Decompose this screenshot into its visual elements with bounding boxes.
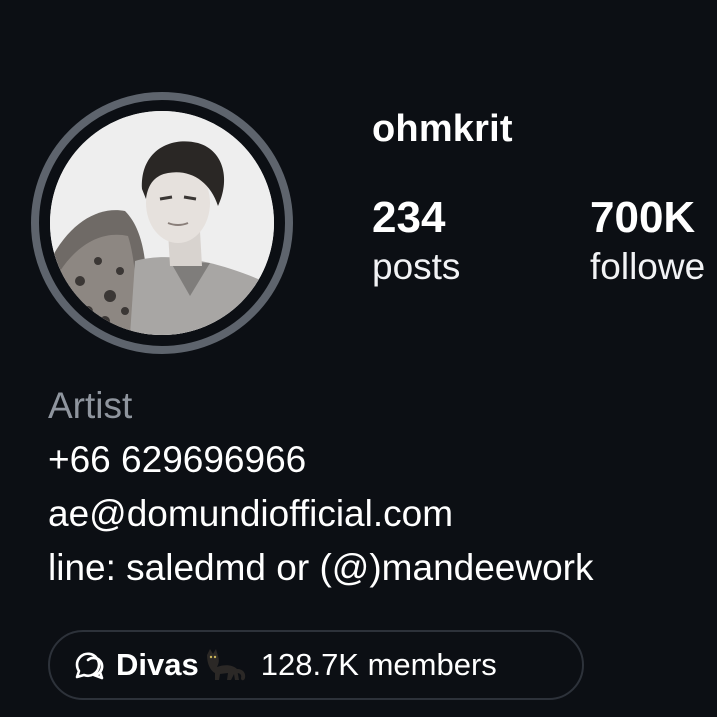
community-chip[interactable]: Divas 128.7K members: [48, 630, 584, 700]
username[interactable]: ohmkrit: [372, 108, 513, 151]
bio: Artist +66 629696966 ae@domundiofficial.…: [48, 379, 594, 595]
community-chat-icon: [72, 647, 108, 683]
avatar[interactable]: [50, 111, 274, 335]
posts-count: 234: [372, 193, 446, 242]
posts-stat[interactable]: 234 posts: [372, 192, 460, 290]
followers-stat[interactable]: 700K followe: [590, 192, 705, 290]
bio-category: Artist: [48, 385, 133, 426]
bio-phone[interactable]: +66 629696966: [48, 433, 594, 487]
bio-email[interactable]: ae@domundiofficial.com: [48, 487, 594, 541]
black-cat-icon: [201, 647, 249, 683]
profile-page: ohmkrit 234 posts 700K followe Artist +6…: [0, 0, 717, 717]
profile-photo-icon: [50, 111, 274, 335]
posts-label: posts: [372, 246, 461, 287]
followers-count: 700K: [590, 193, 696, 242]
bio-line-contact: line: saledmd or (@)mandeework: [48, 547, 594, 588]
community-name: Divas: [116, 647, 199, 682]
followers-label: followe: [590, 246, 706, 287]
community-members: 128.7K members: [260, 647, 497, 682]
